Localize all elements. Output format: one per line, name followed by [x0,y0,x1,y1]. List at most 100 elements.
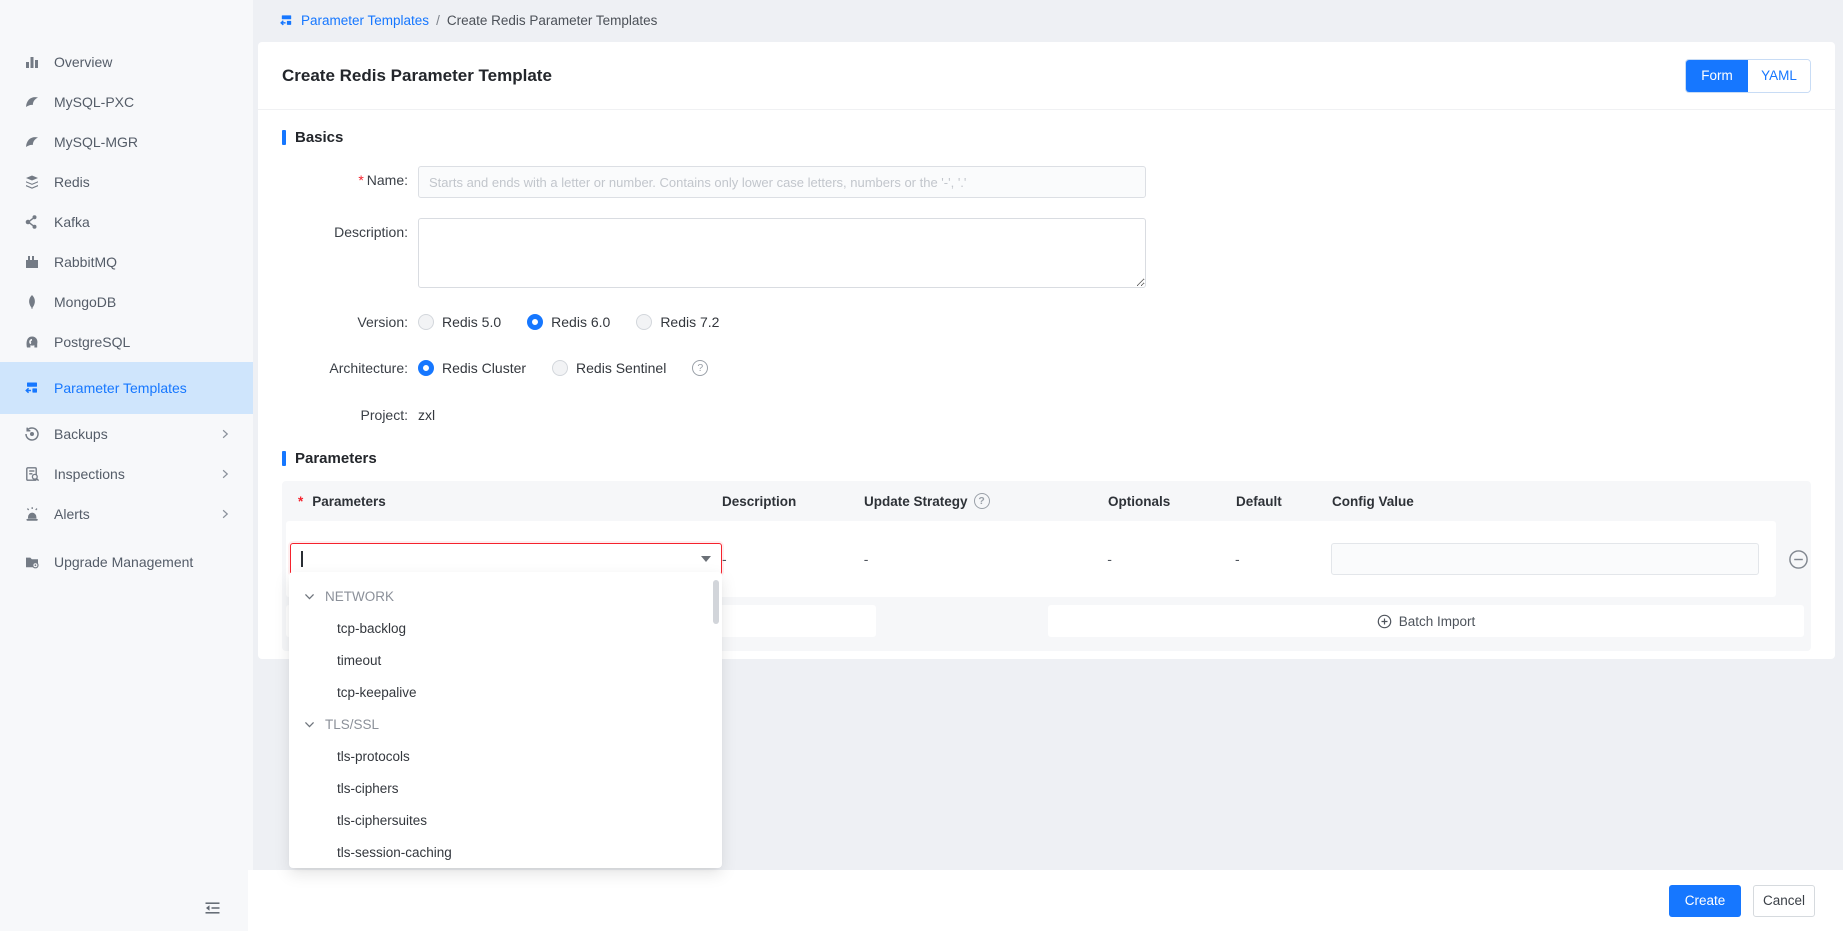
dropdown-option-tls-protocols[interactable]: tls-protocols [289,740,722,772]
sidebar-item-inspections[interactable]: Inspections [0,454,253,494]
dropdown-option-tls-ciphers[interactable]: tls-ciphers [289,772,722,804]
breadcrumb-separator: / [436,13,440,28]
version-row: Version: Redis 5.0 Redis 6.0 Redis 7. [282,308,1811,330]
col-parameters: *Parameters [282,494,722,509]
version-radio-redis-7[interactable]: Redis 7.2 [636,314,719,330]
dropdown-group-tls-ssl[interactable]: TLS/SSL [289,708,722,740]
dropdown-scrollbar[interactable] [713,580,719,624]
project-value: zxl [418,401,435,423]
elephant-icon [24,334,40,350]
parameter-templates-icon [279,13,294,28]
sidebar-item-label: Inspections [54,465,205,484]
batch-import-button[interactable]: Batch Import [1048,605,1804,637]
layers-icon [24,174,40,190]
sidebar-item-backups[interactable]: Backups [0,414,253,454]
cancel-button[interactable]: Cancel [1753,885,1815,917]
sidebar: Overview MySQL-PXC MySQL-MGR Redis Kafka… [0,0,253,931]
sidebar-item-alerts[interactable]: Alerts [0,494,253,534]
sidebar-item-upgrade-management[interactable]: Upgrade Management [0,534,253,590]
sidebar-item-label: MongoDB [54,293,231,312]
sidebar-item-mysql-mgr[interactable]: MySQL-MGR [0,122,253,162]
parameter-templates-icon [24,380,40,396]
description-label: Description: [282,218,418,291]
col-default: Default [1236,494,1332,509]
radio-selected-icon [418,360,434,376]
radio-icon [552,360,568,376]
required-asterisk: * [358,172,363,188]
radio-selected-icon [527,314,543,330]
chevron-right-icon [219,428,231,440]
parameter-select-dropdown: NETWORK tcp-backlog timeout tcp-keepaliv… [289,572,722,868]
dolphin-icon [24,94,40,110]
sidebar-item-mongodb[interactable]: MongoDB [0,282,253,322]
project-label: Project: [282,401,418,423]
section-marker [282,451,286,466]
col-update-strategy: Update Strategy? [864,493,1108,509]
sidebar-item-label: Overview [54,53,231,72]
dropdown-option-tcp-backlog[interactable]: tcp-backlog [289,612,722,644]
version-radio-redis-5[interactable]: Redis 5.0 [418,314,501,330]
form-view-button[interactable]: Form [1686,60,1748,92]
chevron-down-icon [303,718,316,731]
architecture-help-icon[interactable]: ? [692,360,708,376]
parameter-select-cell [286,543,722,575]
version-label: Version: [282,308,418,330]
chevron-right-icon [219,508,231,520]
yaml-view-button[interactable]: YAML [1748,60,1810,92]
sidebar-item-label: RabbitMQ [54,253,231,272]
col-config-value: Config Value [1332,494,1778,509]
sidebar-item-mysql-pxc[interactable]: MySQL-PXC [0,82,253,122]
description-textarea[interactable] [418,218,1146,288]
name-row: *Name: [282,166,1811,198]
section-marker [282,130,286,145]
dropdown-option-tls-ciphersuites[interactable]: tls-ciphersuites [289,804,722,836]
name-label: *Name: [282,166,418,198]
project-row: Project: zxl [282,401,1811,423]
architecture-radio-cluster[interactable]: Redis Cluster [418,360,526,376]
sidebar-item-kafka[interactable]: Kafka [0,202,253,242]
dropdown-group-network[interactable]: NETWORK [289,580,722,612]
remove-row-icon[interactable] [1788,549,1809,570]
sidebar-item-overview[interactable]: Overview [0,42,253,82]
description-value: - [722,551,864,567]
chevron-right-icon [219,468,231,480]
sidebar-item-label: Parameter Templates [54,379,231,398]
select-arrow-icon [701,556,711,562]
sidebar-item-label: Alerts [54,505,205,524]
collapse-sidebar-button[interactable] [200,897,224,919]
architecture-radio-sentinel[interactable]: Redis Sentinel [552,360,666,376]
sidebar-item-parameter-templates[interactable]: Parameter Templates [0,362,253,414]
sidebar-item-rabbitmq[interactable]: RabbitMQ [0,242,253,282]
sidebar-item-label: MySQL-MGR [54,133,231,152]
leaf-icon [24,294,40,310]
chevron-down-icon [303,590,316,603]
plus-circle-icon [1377,614,1392,629]
breadcrumb-current: Create Redis Parameter Templates [447,13,658,28]
breadcrumb: Parameter Templates / Create Redis Param… [253,0,1843,40]
card-header: Create Redis Parameter Template Form YAM… [258,42,1835,110]
name-input[interactable] [418,166,1146,198]
update-strategy-help-icon[interactable]: ? [974,493,990,509]
config-value-input[interactable] [1331,543,1759,575]
sidebar-item-label: MySQL-PXC [54,93,231,112]
create-button[interactable]: Create [1669,885,1741,917]
update-strategy-value: - [864,551,1108,567]
architecture-row: Architecture: Redis Cluster Redis Sentin… [282,354,1811,376]
dropdown-option-tls-session-caching[interactable]: tls-session-caching [289,836,722,868]
version-radio-redis-6[interactable]: Redis 6.0 [527,314,610,330]
col-description: Description [722,494,864,509]
sidebar-item-label: Upgrade Management [54,553,231,572]
config-value-cell [1331,543,1776,575]
parameters-section-title: Parameters [282,450,1811,467]
dropdown-option-tcp-keepalive[interactable]: tcp-keepalive [289,676,722,708]
sidebar-item-redis[interactable]: Redis [0,162,253,202]
bar-chart-icon [24,54,40,70]
parameter-select[interactable] [290,543,722,575]
dropdown-option-timeout[interactable]: timeout [289,644,722,676]
row-action-cell [1776,521,1809,597]
breadcrumb-link[interactable]: Parameter Templates [301,13,429,28]
sidebar-item-label: Redis [54,173,231,192]
optionals-value: - [1107,551,1235,567]
sidebar-item-postgresql[interactable]: PostgreSQL [0,322,253,362]
sidebar-item-label: Backups [54,425,205,444]
